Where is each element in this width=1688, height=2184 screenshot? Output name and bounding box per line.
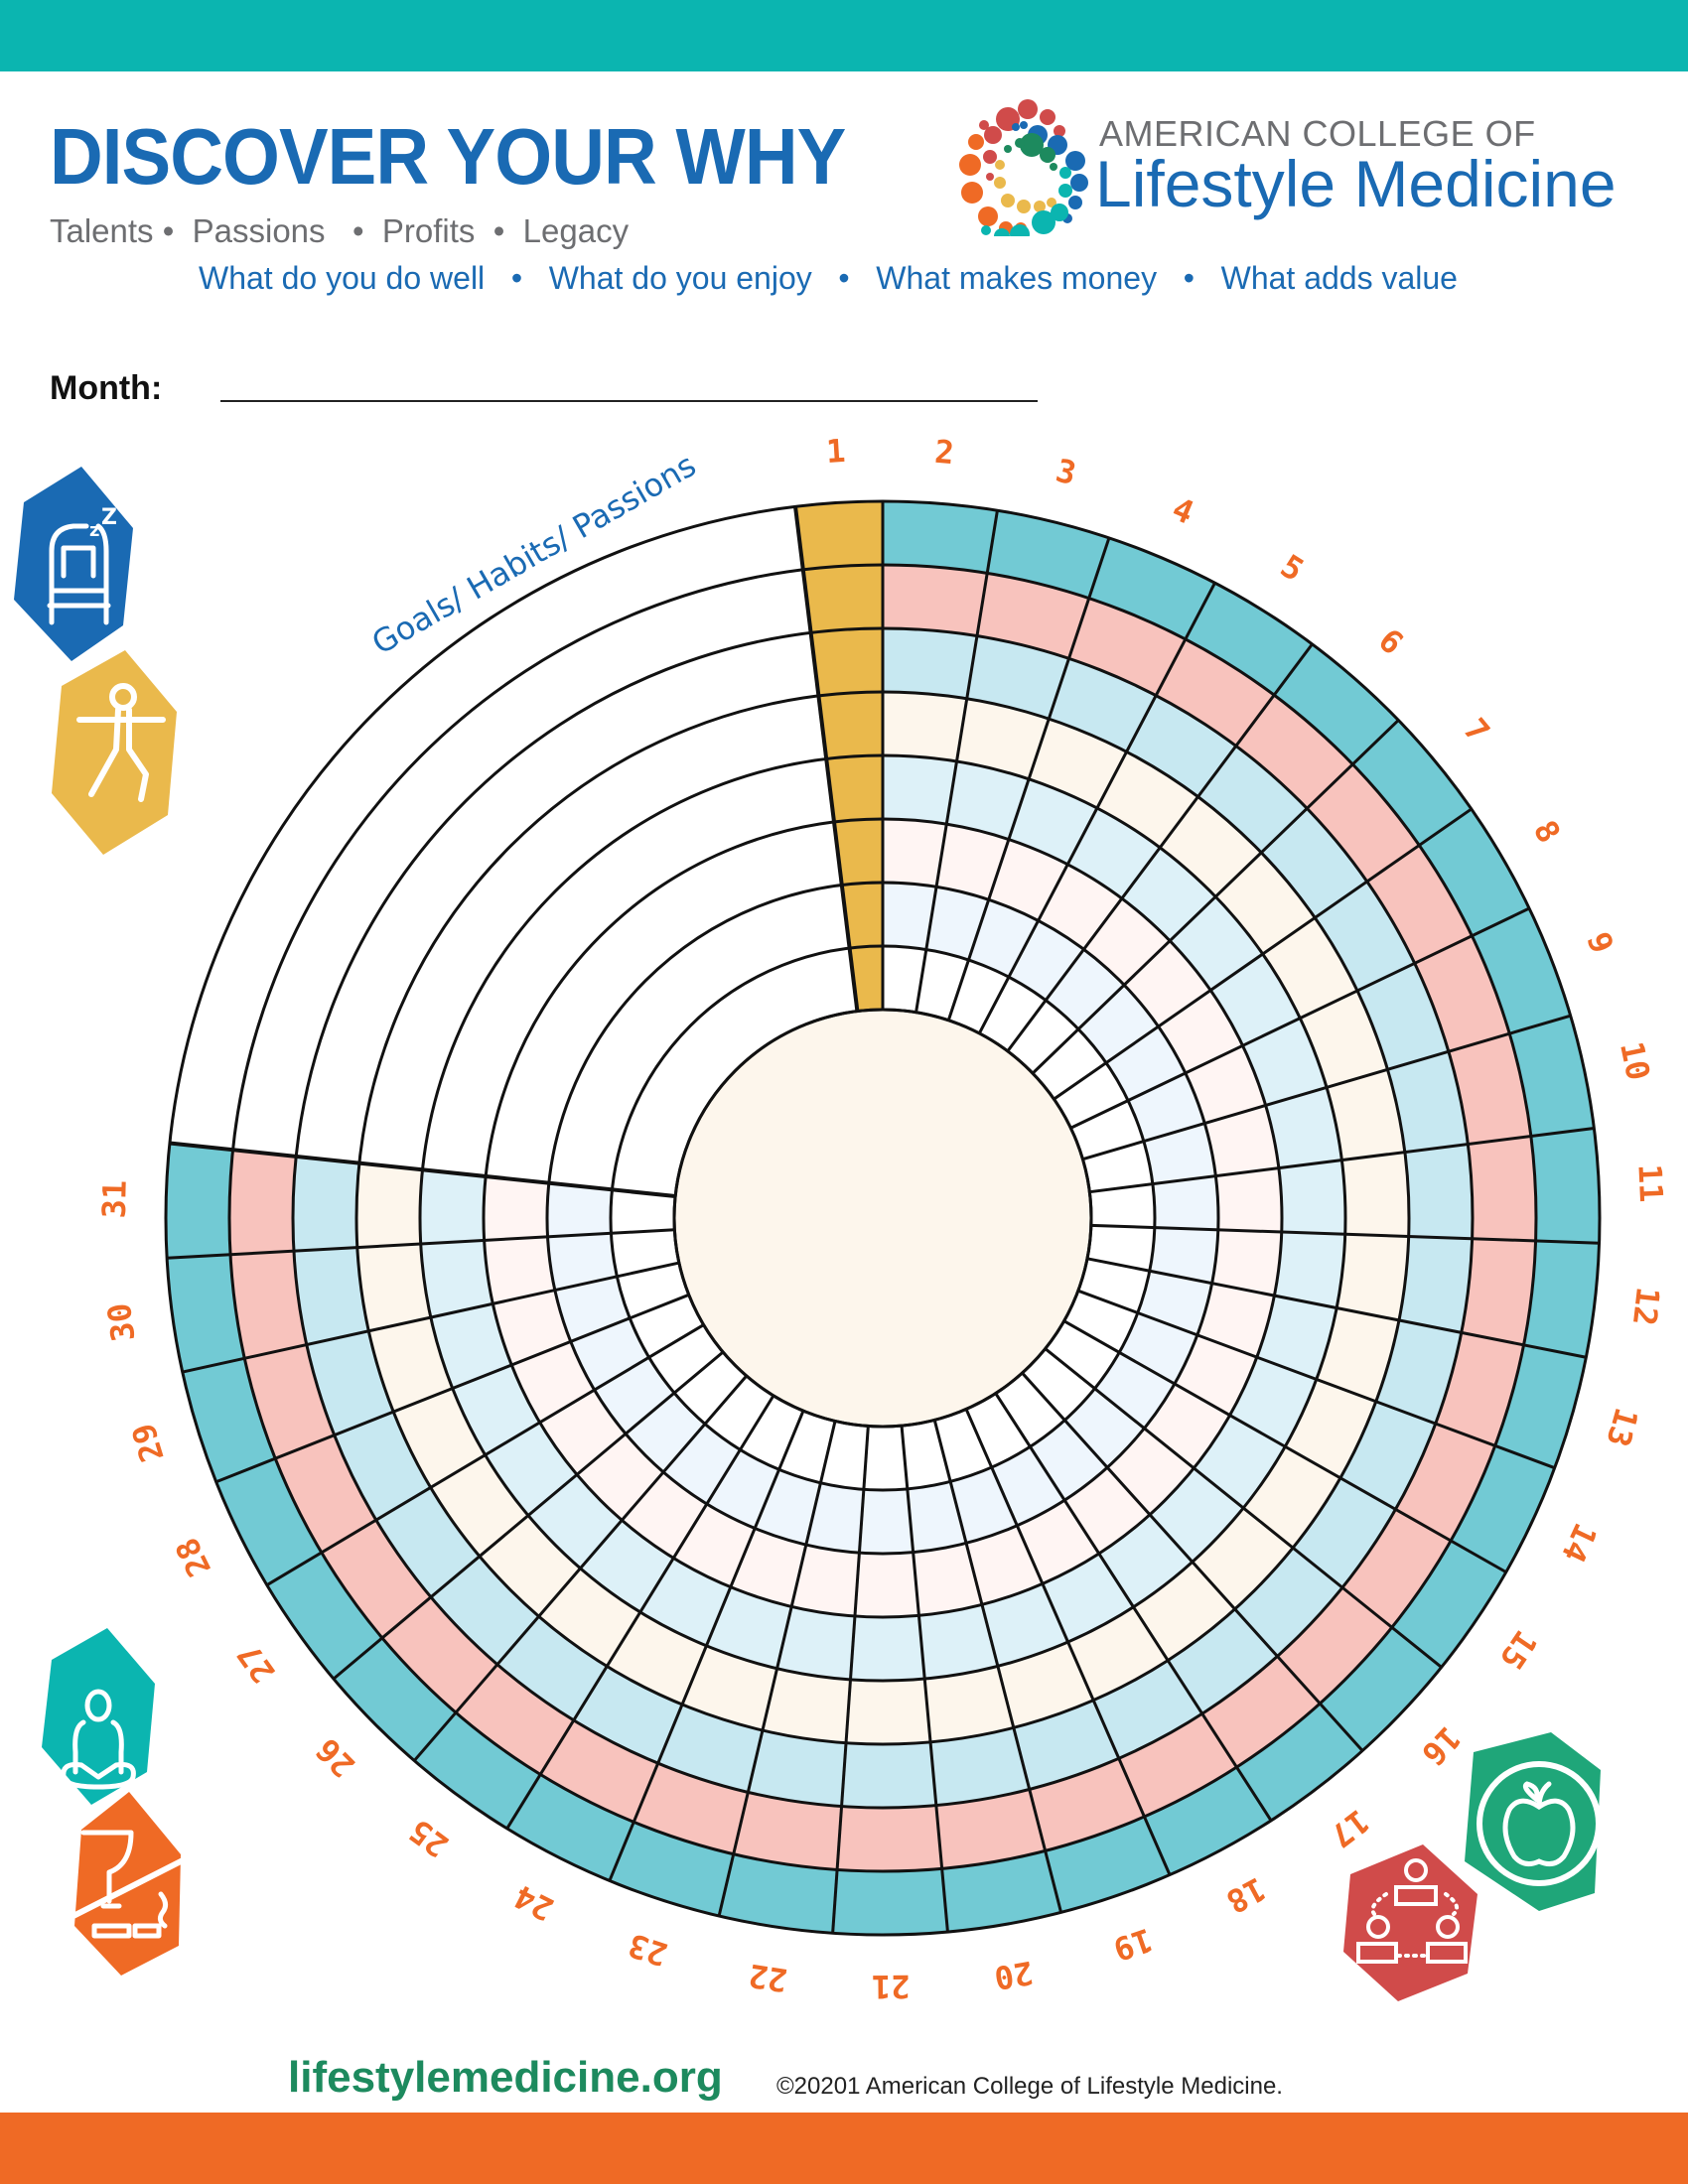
- day-31-ring-3-cell[interactable]: [292, 1156, 359, 1252]
- day-31-ring-5-cell[interactable]: [420, 1169, 487, 1245]
- day-1-ring-4-cell[interactable]: [818, 692, 883, 759]
- day-label-2: 2: [933, 433, 955, 472]
- day-21-ring-5-cell[interactable]: [850, 1615, 925, 1682]
- day-21-ring-6-cell[interactable]: [854, 1552, 919, 1617]
- day-11-ring-6-cell[interactable]: [1215, 1167, 1282, 1233]
- day-12-ring-4-cell[interactable]: [1336, 1234, 1409, 1320]
- day-label-25: 25: [402, 1812, 456, 1864]
- day-label-29: 29: [124, 1419, 172, 1466]
- day-label-11: 11: [1630, 1163, 1670, 1203]
- svg-text:Z: Z: [101, 505, 117, 530]
- day-2-ring-5-cell[interactable]: [883, 755, 957, 825]
- day-2-ring-3-cell[interactable]: [883, 628, 977, 699]
- day-31-ring-7-cell[interactable]: [547, 1182, 613, 1237]
- day-label-9: 9: [1579, 927, 1620, 959]
- day-11-ring-2-cell[interactable]: [1468, 1136, 1536, 1241]
- day-label-30: 30: [100, 1300, 143, 1343]
- day-31-ring-2-cell[interactable]: [228, 1150, 297, 1255]
- day-31-ring-1-cell[interactable]: [165, 1143, 233, 1259]
- day-label-6: 6: [1371, 621, 1411, 662]
- avoid-risky-substances-icon: [70, 1792, 185, 1976]
- day-label-7: 7: [1456, 711, 1497, 750]
- day-label-13: 13: [1599, 1404, 1645, 1450]
- day-1-ring-1-cell[interactable]: [795, 501, 883, 570]
- day-label-3: 3: [1053, 452, 1080, 492]
- day-label-28: 28: [168, 1532, 218, 1582]
- day-21-ring-4-cell[interactable]: [846, 1679, 931, 1744]
- svg-text:z: z: [89, 520, 99, 541]
- day-31-ring-4-cell[interactable]: [355, 1162, 423, 1248]
- day-label-15: 15: [1492, 1623, 1545, 1676]
- day-label-24: 24: [508, 1877, 560, 1928]
- day-2-ring-2-cell[interactable]: [883, 565, 988, 636]
- day-label-14: 14: [1554, 1518, 1605, 1569]
- day-2-ring-4-cell[interactable]: [883, 692, 967, 761]
- day-30-ring-4-cell[interactable]: [356, 1244, 431, 1331]
- day-label-18: 18: [1220, 1869, 1272, 1921]
- day-21-ring-2-cell[interactable]: [837, 1805, 942, 1871]
- day-11-ring-1-cell[interactable]: [1530, 1128, 1600, 1244]
- wheel-center[interactable]: [672, 1008, 1093, 1429]
- day-31-ring-6-cell[interactable]: [484, 1175, 549, 1241]
- day-2-ring-1-cell[interactable]: [883, 501, 998, 574]
- day-21-ring-8-cell[interactable]: [863, 1426, 908, 1490]
- social-connection-icon: [1343, 1844, 1477, 2001]
- exercise-icon: [52, 650, 177, 855]
- day-label-26: 26: [309, 1730, 362, 1784]
- day-label-10: 10: [1613, 1038, 1657, 1083]
- day-11-ring-4-cell[interactable]: [1341, 1152, 1409, 1237]
- day-label-12: 12: [1625, 1286, 1667, 1328]
- day-11-ring-3-cell[interactable]: [1404, 1144, 1473, 1239]
- day-1-ring-3-cell[interactable]: [810, 628, 883, 696]
- bottom-color-bar: [0, 2113, 1688, 2184]
- day-label-5: 5: [1274, 547, 1311, 589]
- day-label-22: 22: [746, 1957, 789, 1999]
- sleep-icon: z Z: [14, 467, 133, 661]
- day-label-27: 27: [229, 1637, 282, 1690]
- day-21-ring-7-cell[interactable]: [859, 1488, 914, 1555]
- day-1-ring-2-cell[interactable]: [802, 565, 883, 633]
- day-label-1: 1: [825, 432, 847, 471]
- day-11-ring-5-cell[interactable]: [1278, 1160, 1345, 1235]
- day-label-20: 20: [992, 1954, 1036, 1997]
- day-label-4: 4: [1167, 489, 1199, 532]
- day-label-19: 19: [1109, 1921, 1158, 1969]
- day-label-21: 21: [872, 1968, 911, 2005]
- day-label-8: 8: [1526, 814, 1569, 850]
- day-label-31: 31: [95, 1179, 134, 1218]
- day-12-ring-3-cell[interactable]: [1398, 1236, 1473, 1333]
- day-label-23: 23: [624, 1926, 671, 1974]
- day-21-ring-1-cell[interactable]: [832, 1868, 948, 1935]
- footer-copyright: ©20201 American College of Lifestyle Med…: [776, 2073, 1283, 2100]
- footer-website-link[interactable]: lifestylemedicine.org: [288, 2053, 723, 2103]
- day-21-ring-3-cell[interactable]: [841, 1741, 936, 1808]
